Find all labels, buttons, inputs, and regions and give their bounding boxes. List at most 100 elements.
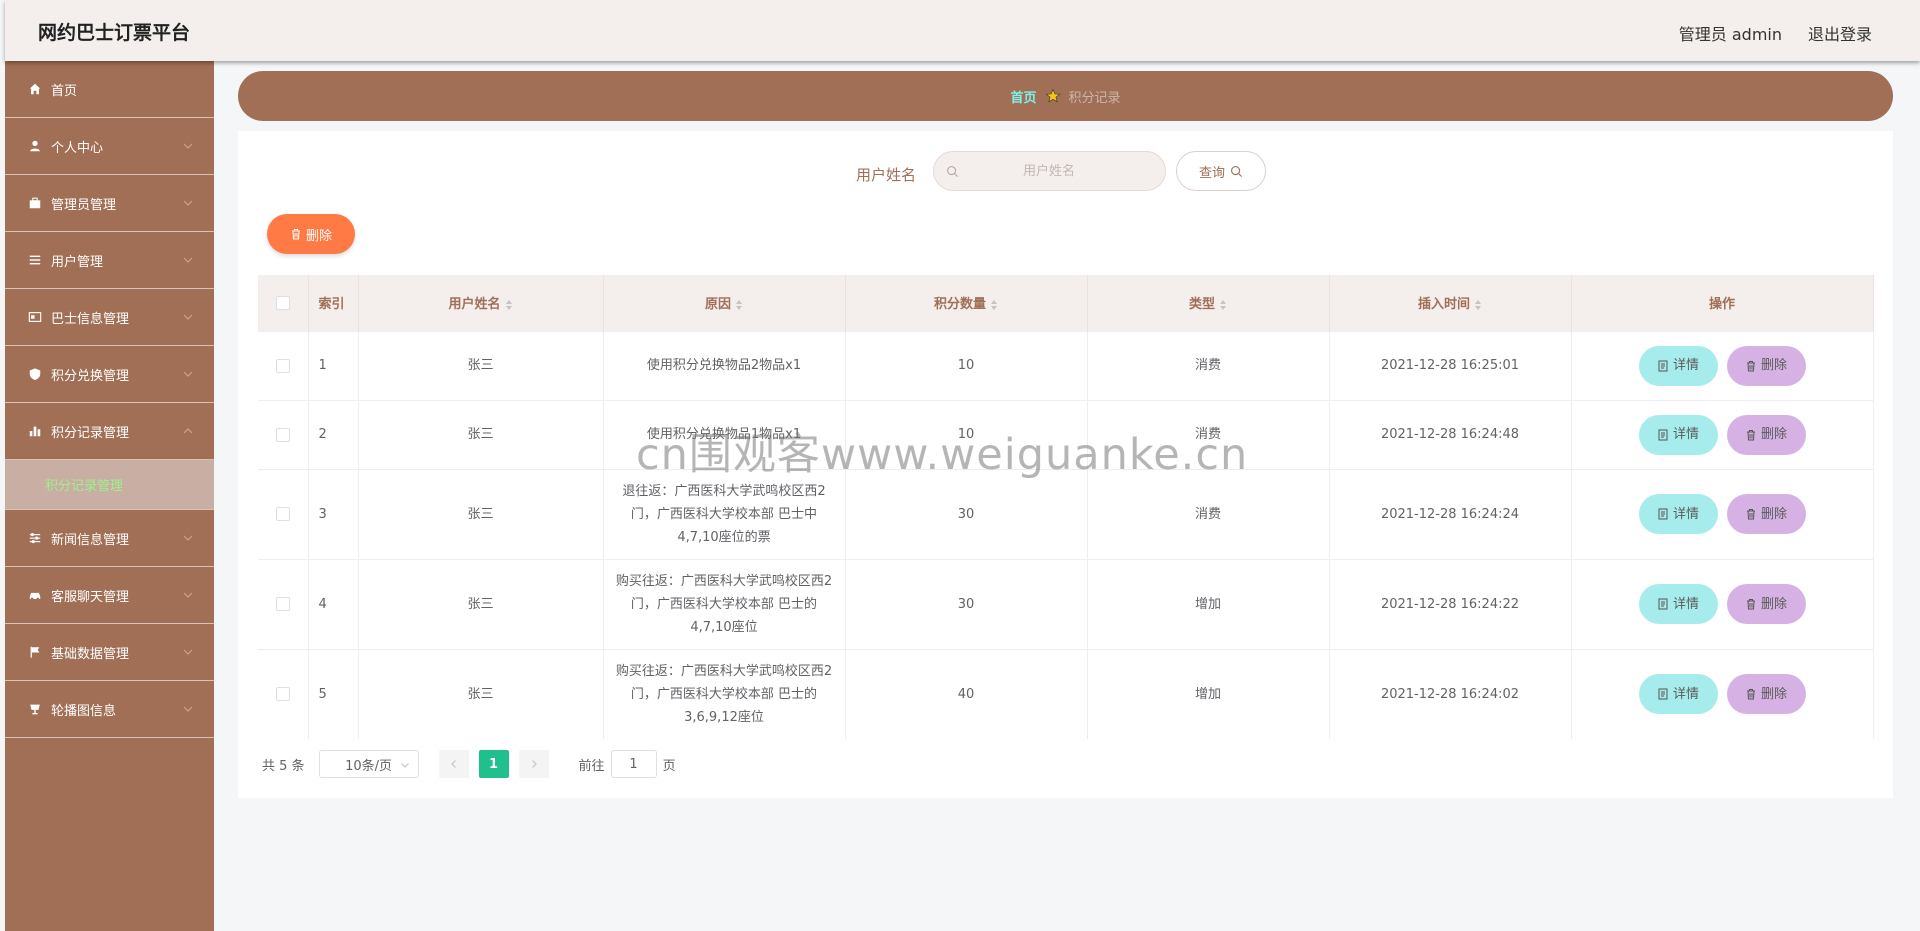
sidebar-item-carousel[interactable]: 轮播图信息 [5, 681, 214, 738]
column-header-time[interactable]: 插入时间 [1329, 275, 1572, 331]
page-size-select[interactable]: 10条/页 [318, 750, 419, 778]
sort-icon [1220, 299, 1226, 310]
trash-icon [1746, 599, 1755, 610]
delete-button-label: 删除 [1760, 686, 1787, 702]
row-checkbox[interactable] [275, 358, 290, 373]
document-icon [1658, 508, 1668, 520]
table-row: 4 张三 购买往返：广西医科大学武鸣校区西2门，广西医科大学校本部 巴士的4,7… [258, 558, 1874, 649]
delete-button-label: 删除 [1760, 358, 1787, 373]
column-header-name[interactable]: 用户姓名 [358, 275, 604, 331]
detail-button[interactable]: 详情 [1638, 674, 1718, 715]
row-select-cell [258, 468, 309, 559]
row-checkbox[interactable] [275, 597, 290, 611]
delete-button[interactable]: 删除 [1726, 414, 1806, 455]
table-row: 5 张三 购买往返：广西医科大学武鸣校区西2门，广西医科大学校本部 巴士的3,6… [258, 648, 1874, 739]
column-header-label: 原因 [704, 297, 731, 313]
sort-icon [991, 299, 997, 310]
detail-button[interactable]: 详情 [1638, 584, 1718, 624]
sidebar-item-news-management[interactable]: 新闻信息管理 [5, 510, 214, 567]
search-button[interactable]: 查询 [1176, 151, 1266, 191]
sidebar-subitem-points-records[interactable]: 积分记录管理 [5, 460, 214, 510]
sidebar-item-user-management[interactable]: 用户管理 [5, 232, 214, 289]
bulk-delete-button[interactable]: 删除 [267, 214, 355, 254]
column-header-points[interactable]: 积分数量 [845, 275, 1088, 331]
delete-button[interactable]: 删除 [1726, 494, 1806, 534]
page-size-value: 10条/页 [345, 758, 393, 774]
table-row: 2 张三 使用积分兑换物品1物品x1 10 消费 2021-12-28 16:2… [258, 399, 1874, 469]
sidebar-item-bus-management[interactable]: 巴士信息管理 [5, 289, 214, 346]
chevron-down-icon [183, 649, 193, 655]
flag-icon [27, 644, 43, 660]
cell-name: 张三 [358, 648, 604, 739]
goto-page-input[interactable] [610, 750, 657, 778]
chevron-down-icon [400, 763, 409, 768]
column-header-label: 类型 [1188, 297, 1215, 313]
cup-icon [27, 701, 43, 717]
detail-button[interactable]: 详情 [1638, 414, 1718, 455]
detail-button[interactable]: 详情 [1638, 494, 1718, 534]
cell-reason: 使用积分兑换物品2物品x1 [603, 330, 846, 400]
breadcrumb-home-link[interactable]: 首页 [1010, 87, 1036, 106]
chevron-down-icon [183, 592, 193, 598]
prev-page-button[interactable] [438, 750, 469, 778]
detail-button[interactable]: 详情 [1638, 345, 1718, 386]
search-input[interactable] [959, 163, 1139, 179]
sidebar-item-points-records[interactable]: 积分记录管理 [5, 403, 214, 460]
delete-button[interactable]: 删除 [1726, 584, 1806, 624]
sidebar-item-base-data[interactable]: 基础数据管理 [5, 624, 214, 681]
sidebar-item-label: 管理员管理 [51, 197, 117, 213]
logout-button[interactable]: 退出登录 [1808, 21, 1872, 45]
chevron-up-icon [183, 428, 193, 434]
column-header-type[interactable]: 类型 [1087, 275, 1330, 331]
detail-button-label: 详情 [1672, 506, 1699, 522]
row-checkbox[interactable] [275, 507, 290, 521]
chevron-down-icon [183, 371, 193, 377]
cell-name: 张三 [358, 399, 604, 469]
sidebar-item-label: 个人中心 [51, 140, 104, 156]
trash-icon [1746, 509, 1755, 520]
total-count: 共 5 条 [262, 758, 305, 774]
trash-icon [1746, 360, 1755, 371]
search-field[interactable] [933, 151, 1166, 191]
sidebar-item-points-exchange[interactable]: 积分兑换管理 [5, 346, 214, 403]
column-header-label: 用户姓名 [448, 297, 501, 313]
bar-chart-icon [27, 423, 43, 439]
next-page-button[interactable] [518, 750, 549, 778]
row-checkbox[interactable] [275, 687, 290, 702]
search-icon [947, 165, 959, 177]
sidebar-item-home[interactable]: 首页 [5, 61, 214, 118]
cell-actions: 详情 删除 [1571, 648, 1874, 739]
cell-index: 3 [308, 468, 359, 559]
trash-icon [1746, 689, 1755, 700]
sidebar-item-personal-center[interactable]: 个人中心 [5, 118, 214, 175]
row-select-cell [258, 558, 309, 649]
document-icon [1658, 688, 1668, 700]
page-number-button[interactable]: 1 [478, 750, 509, 778]
select-all-checkbox[interactable] [275, 295, 290, 310]
document-icon [1658, 429, 1668, 440]
table-row: 3 张三 退往返：广西医科大学武鸣校区西2门，广西医科大学校本部 巴士中4,7,… [258, 468, 1874, 559]
chevron-down-icon [183, 706, 193, 712]
search-label: 用户姓名 [856, 166, 917, 184]
delete-button[interactable]: 删除 [1726, 345, 1806, 386]
row-select-cell [258, 399, 309, 469]
column-header-index: 索引 [308, 275, 359, 331]
sidebar-item-label: 客服聊天管理 [51, 589, 130, 605]
pagination: 共 5 条 10条/页 1 前往 页 [262, 750, 676, 778]
table-row: 1 张三 使用积分兑换物品2物品x1 10 消费 2021-12-28 16:2… [258, 330, 1874, 400]
sidebar-item-admin-management[interactable]: 管理员管理 [5, 175, 214, 232]
chevron-left-icon [450, 760, 456, 768]
list-icon [27, 252, 43, 268]
detail-button-label: 详情 [1672, 358, 1699, 373]
cell-time: 2021-12-28 16:24:48 [1329, 399, 1572, 469]
search-button-label: 查询 [1198, 165, 1225, 181]
row-checkbox[interactable] [275, 427, 290, 442]
cell-points: 30 [845, 558, 1088, 649]
column-header-reason[interactable]: 原因 [603, 275, 846, 331]
cell-index: 1 [308, 330, 359, 400]
chevron-down-icon [183, 314, 193, 320]
sidebar-item-customer-chat[interactable]: 客服聊天管理 [5, 567, 214, 624]
delete-button[interactable]: 删除 [1726, 674, 1806, 715]
cell-time: 2021-12-28 16:25:01 [1329, 330, 1572, 400]
top-bar: 网约巴士订票平台 管理员 admin 退出登录 [5, 0, 1920, 61]
